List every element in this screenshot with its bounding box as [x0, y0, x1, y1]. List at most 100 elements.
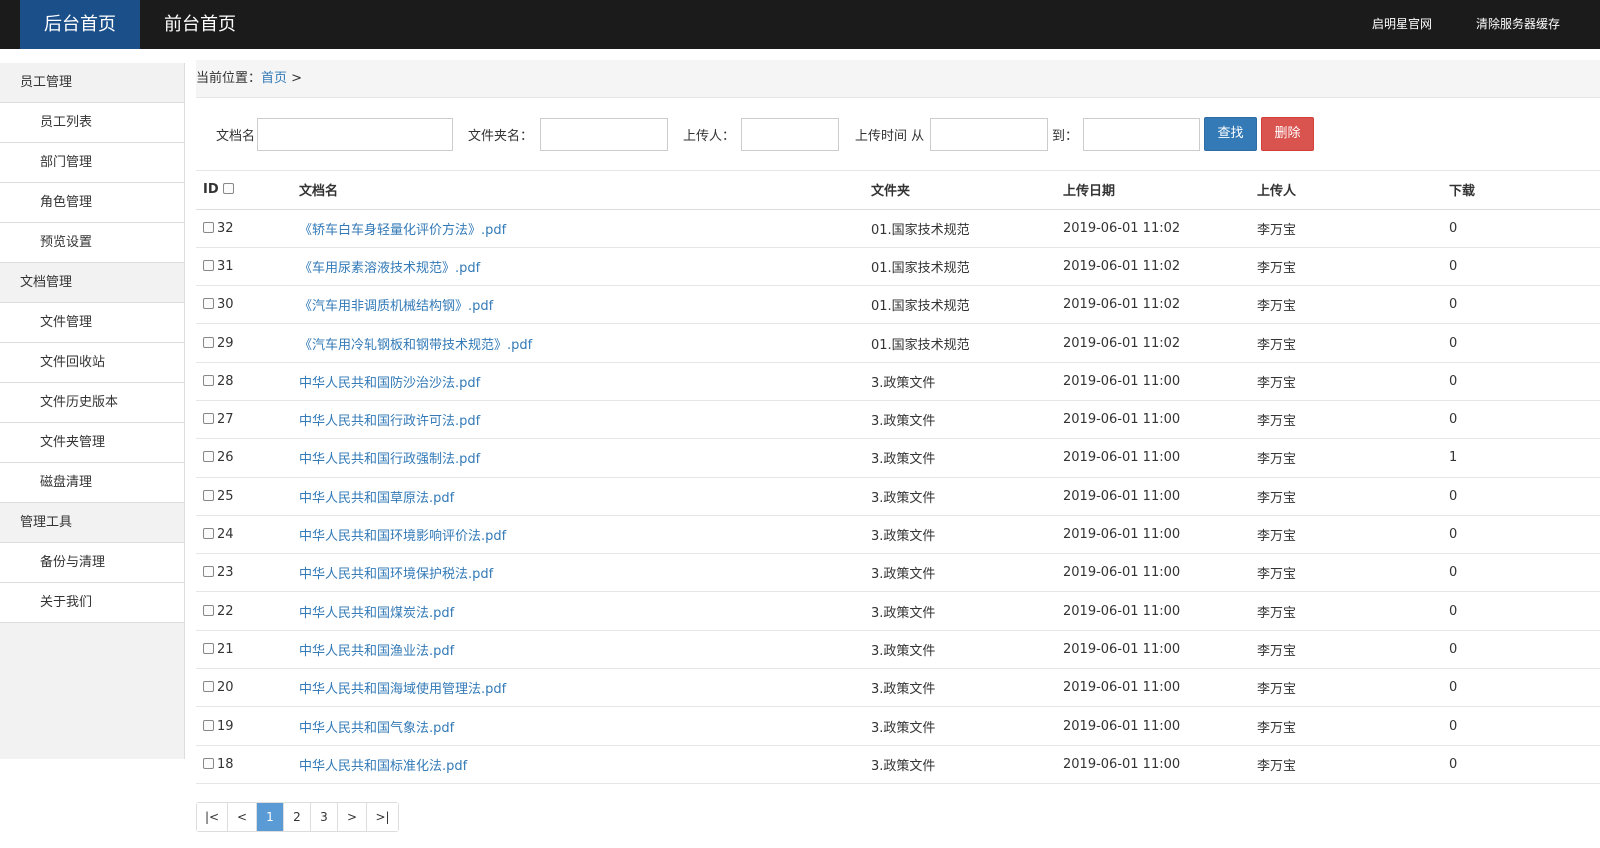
cell-downloads: 0 — [1442, 477, 1600, 516]
document-link[interactable]: 中华人民共和国标准化法.pdf — [299, 759, 467, 774]
document-link[interactable]: 《汽车用冷轧钢板和钢带技术规范》.pdf — [299, 338, 532, 353]
document-link[interactable]: 中华人民共和国环境影响评价法.pdf — [299, 529, 506, 544]
pager-first[interactable]: |< — [197, 803, 228, 831]
upload-time-from-label: 上传时间 从 — [855, 129, 925, 144]
column-header-downloads: 下载 — [1442, 171, 1600, 210]
cell-downloads: 0 — [1442, 630, 1600, 670]
row-checkbox[interactable] — [203, 528, 214, 540]
breadcrumb-separator: > — [287, 71, 303, 86]
document-link[interactable]: 中华人民共和国气象法.pdf — [299, 721, 454, 736]
sidebar-item-disk-cleanup[interactable]: 磁盘清理 — [0, 463, 184, 503]
sidebar-item-roles[interactable]: 角色管理 — [0, 183, 184, 223]
document-link[interactable]: 中华人民共和国环境保护税法.pdf — [299, 567, 493, 582]
sidebar-item-recycle-bin[interactable]: 文件回收站 — [0, 343, 184, 383]
cell-downloads: 0 — [1442, 745, 1600, 784]
cell-date: 2019-06-01 11:00 — [1056, 591, 1250, 631]
document-link[interactable]: 中华人民共和国煤炭法.pdf — [299, 606, 454, 621]
cell-uploader: 李万宝 — [1250, 247, 1442, 287]
sidebar-group-employees[interactable]: 员工管理 — [0, 63, 184, 103]
table-row: 22 中华人民共和国煤炭法.pdf 3.政策文件 2019-06-01 11:00 李万… — [196, 591, 1600, 631]
row-id: 18 — [217, 756, 234, 772]
doc-name-input[interactable] — [257, 118, 453, 151]
row-checkbox[interactable] — [203, 451, 214, 463]
table-row: 21 中华人民共和国渔业法.pdf 3.政策文件 2019-06-01 11:00 李万… — [196, 630, 1600, 670]
document-link[interactable]: 中华人民共和国草原法.pdf — [299, 491, 454, 506]
cell-date: 2019-06-01 11:00 — [1056, 706, 1250, 746]
sidebar: 员工管理 员工列表 部门管理 角色管理 预览设置 文档管理 文件管理 文件回收站… — [0, 63, 185, 759]
sidebar-item-backup[interactable]: 备份与清理 — [0, 543, 184, 583]
row-checkbox[interactable] — [203, 566, 214, 578]
column-header-id: ID — [196, 171, 292, 210]
cell-uploader: 李万宝 — [1250, 630, 1442, 670]
clear-cache-link[interactable]: 清除服务器缓存 — [1476, 0, 1560, 49]
cell-name: 中华人民共和国环境保护税法.pdf — [292, 553, 864, 593]
document-link[interactable]: 《汽车用非调质机械结构钢》.pdf — [299, 299, 493, 314]
pagination: |< < 1 2 3 > >| — [196, 802, 399, 832]
cell-uploader: 李万宝 — [1250, 591, 1442, 631]
row-checkbox[interactable] — [203, 259, 214, 271]
pager-page-3[interactable]: 3 — [311, 803, 338, 831]
row-checkbox[interactable] — [203, 757, 214, 769]
cell-date: 2019-06-01 11:02 — [1056, 209, 1250, 248]
cell-date: 2019-06-01 11:00 — [1056, 515, 1250, 555]
nav-admin-home[interactable]: 后台首页 — [20, 0, 140, 49]
row-checkbox[interactable] — [203, 221, 214, 233]
cell-folder: 3.政策文件 — [864, 477, 1056, 516]
sidebar-item-departments[interactable]: 部门管理 — [0, 143, 184, 183]
select-all-checkbox[interactable] — [223, 183, 235, 195]
document-link[interactable]: 中华人民共和国行政强制法.pdf — [299, 452, 480, 467]
nav-front-home[interactable]: 前台首页 — [140, 0, 260, 49]
row-checkbox[interactable] — [203, 681, 214, 693]
cell-uploader: 李万宝 — [1250, 477, 1442, 516]
row-checkbox[interactable] — [203, 604, 214, 616]
cell-name: 中华人民共和国渔业法.pdf — [292, 630, 864, 670]
sidebar-group-documents[interactable]: 文档管理 — [0, 263, 184, 303]
sidebar-group-tools[interactable]: 管理工具 — [0, 503, 184, 543]
document-link[interactable]: 中华人民共和国防沙治沙法.pdf — [299, 376, 480, 391]
row-checkbox[interactable] — [203, 413, 214, 425]
cell-name: 中华人民共和国海域使用管理法.pdf — [292, 668, 864, 708]
cell-uploader: 李万宝 — [1250, 323, 1442, 363]
pager-page-2[interactable]: 2 — [284, 803, 311, 831]
upload-time-to-input[interactable] — [1083, 118, 1200, 151]
table-row: 28 中华人民共和国防沙治沙法.pdf 3.政策文件 2019-06-01 11:00… — [196, 362, 1600, 401]
row-checkbox[interactable] — [203, 489, 214, 501]
document-link[interactable]: 《车用尿素溶液技术规范》.pdf — [299, 261, 480, 276]
search-button[interactable]: 查找 — [1204, 117, 1257, 151]
cell-id: 18 — [196, 745, 292, 784]
row-checkbox[interactable] — [203, 336, 214, 348]
doc-name-label: 文档名 — [216, 129, 256, 144]
document-link[interactable]: 中华人民共和国海域使用管理法.pdf — [299, 682, 506, 697]
pager-last[interactable]: >| — [367, 803, 398, 831]
row-id: 24 — [217, 527, 234, 543]
pager-page-1[interactable]: 1 — [257, 803, 284, 831]
cell-uploader: 李万宝 — [1250, 668, 1442, 708]
sidebar-item-employee-list[interactable]: 员工列表 — [0, 103, 184, 143]
table-row: 20 中华人民共和国海域使用管理法.pdf 3.政策文件 2019-06-01 11:… — [196, 668, 1600, 708]
cell-downloads: 0 — [1442, 591, 1600, 631]
document-link[interactable]: 《轿车白车身轻量化评价方法》.pdf — [299, 223, 506, 238]
pager-prev[interactable]: < — [228, 803, 257, 831]
row-checkbox[interactable] — [203, 298, 214, 310]
breadcrumb-home-link[interactable]: 首页 — [261, 71, 287, 86]
delete-button[interactable]: 删除 — [1261, 117, 1314, 151]
row-checkbox[interactable] — [203, 642, 214, 654]
document-link[interactable]: 中华人民共和国行政许可法.pdf — [299, 414, 480, 429]
pager-next[interactable]: > — [338, 803, 367, 831]
sidebar-item-folder-management[interactable]: 文件夹管理 — [0, 423, 184, 463]
sidebar-item-file-history[interactable]: 文件历史版本 — [0, 383, 184, 423]
row-checkbox[interactable] — [203, 719, 214, 731]
table-row: 23 中华人民共和国环境保护税法.pdf 3.政策文件 2019-06-01 11:0… — [196, 553, 1600, 593]
upload-time-from-input[interactable] — [930, 118, 1048, 151]
uploader-input[interactable] — [741, 118, 839, 151]
sidebar-item-about[interactable]: 关于我们 — [0, 583, 184, 623]
table-row: 27 中华人民共和国行政许可法.pdf 3.政策文件 2019-06-01 11:00… — [196, 400, 1600, 440]
cell-date: 2019-06-01 11:02 — [1056, 323, 1250, 363]
cell-folder: 3.政策文件 — [864, 630, 1056, 670]
document-link[interactable]: 中华人民共和国渔业法.pdf — [299, 644, 454, 659]
sidebar-item-preview-settings[interactable]: 预览设置 — [0, 223, 184, 263]
row-checkbox[interactable] — [203, 374, 214, 386]
sidebar-item-file-management[interactable]: 文件管理 — [0, 303, 184, 343]
official-site-link[interactable]: 启明星官网 — [1372, 0, 1432, 49]
folder-name-input[interactable] — [540, 118, 668, 151]
